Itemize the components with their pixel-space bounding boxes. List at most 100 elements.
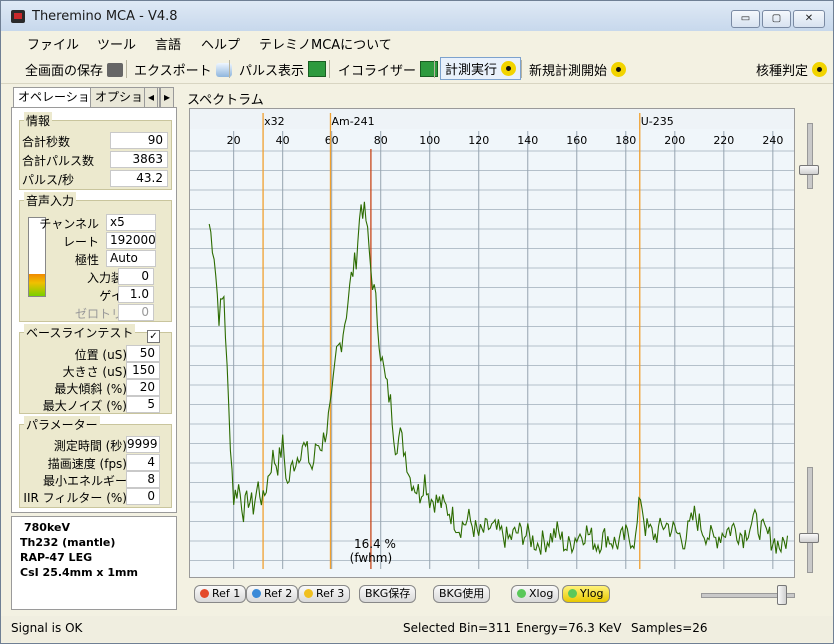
ref1-button[interactable]: Ref 1 xyxy=(194,585,247,603)
notes-box[interactable]: 780keV Th232 (mantle) RAP-47 LEG CsI 25.… xyxy=(11,516,177,610)
channel-label: チャンネル xyxy=(39,217,99,231)
ref3-button[interactable]: Ref 3 xyxy=(298,585,351,603)
x-tick-label: 180 xyxy=(615,134,636,147)
zero-trim-field[interactable]: 0 xyxy=(118,304,154,321)
title-bar[interactable]: Theremino MCA - V4.8 ▭ ▢ ✕ xyxy=(1,1,833,31)
x-tick-label: 40 xyxy=(276,134,290,147)
x-zoom-slider-thumb[interactable] xyxy=(777,585,787,605)
xlog-button[interactable]: Xlog xyxy=(511,585,560,603)
toolbar-separator xyxy=(521,60,522,78)
parameters-group-title: パラメーター xyxy=(24,416,100,433)
equalizer-button[interactable]: イコライザー xyxy=(338,60,439,79)
baseline-test-checkbox[interactable]: ✓ xyxy=(147,330,160,343)
iir-filter-label: IIR フィルター (%) xyxy=(23,491,127,505)
minimize-button[interactable]: ▭ xyxy=(731,10,760,28)
y-offset-slider-thumb[interactable] xyxy=(799,533,819,543)
menu-help[interactable]: ヘルプ xyxy=(201,34,240,53)
tab-scroll-right[interactable]: ▸ xyxy=(160,87,175,108)
bkg-save-button[interactable]: BKG保存 xyxy=(359,585,417,603)
menu-file[interactable]: ファイル xyxy=(27,34,79,53)
ref3-label: Ref 3 xyxy=(316,587,345,600)
menu-about[interactable]: テレミノMCAについて xyxy=(259,34,392,53)
bkg-use-button[interactable]: BKG使用 xyxy=(433,585,491,603)
audio-level-fill xyxy=(29,274,45,296)
nuclide-id-label: 核種判定 xyxy=(756,64,809,79)
measure-run-button[interactable]: 計測実行 xyxy=(440,57,522,80)
total-seconds-value: 90 xyxy=(110,132,168,149)
y-scale-slider-track[interactable] xyxy=(807,123,813,189)
camera-icon xyxy=(107,63,124,77)
fwhm-caption-label: (fwhm) xyxy=(350,551,393,565)
fwhm-value-label: 16.4 % xyxy=(354,537,396,551)
new-measure-button[interactable]: 新規計測開始 xyxy=(529,60,627,79)
rate-label: レート xyxy=(62,235,99,249)
waveform-icon xyxy=(308,61,327,77)
gain-field[interactable]: 1.0 xyxy=(118,286,154,303)
toolbar: 全画面の保存 エクスポート パルス表示 イコライザー 計測実行 新規計測開始 核… xyxy=(1,53,833,84)
position-label: 位置 (uS) xyxy=(74,348,127,362)
ref2-label: Ref 2 xyxy=(264,587,293,600)
measure-time-field[interactable]: 9999 xyxy=(126,436,160,453)
isotope-marker-label: U-235 xyxy=(641,115,674,128)
green-dot-icon xyxy=(568,589,577,598)
input-device-field[interactable]: 0 xyxy=(118,268,154,285)
isotope-marker-label: Am-241 xyxy=(331,115,374,128)
iir-filter-field[interactable]: 0 xyxy=(126,488,160,505)
isotope-marker-label: x32 xyxy=(264,115,285,128)
radiation-icon xyxy=(812,62,828,77)
toolbar-separator xyxy=(126,60,127,78)
spectrum-chart[interactable]: 20 40 60 80 100 120 140 160 180 200 220 240 x32 Am-24… xyxy=(189,108,795,578)
y-scale-slider-thumb[interactable] xyxy=(799,165,819,175)
energy-readout: Energy=76.3 KeV xyxy=(516,621,622,635)
waveform-icon xyxy=(420,61,439,77)
parameters-group: パラメーター 測定時間 (秒) 9999 描画速度 (fps) 4 最小エネルギ… xyxy=(19,416,172,508)
ref2-button[interactable]: Ref 2 xyxy=(246,585,299,603)
toolbar-separator xyxy=(229,60,230,78)
export-button[interactable]: エクスポート xyxy=(134,60,232,79)
maximize-button[interactable]: ▢ xyxy=(762,10,791,28)
info-group: 情報 合計秒数 90 合計パルス数 3863 パルス/秒 43.2 xyxy=(19,112,172,190)
x-tick-label: 20 xyxy=(227,134,241,147)
window-title: Theremino MCA - V4.8 xyxy=(32,9,178,24)
ylog-label: Ylog xyxy=(580,587,604,600)
operation-panel: 情報 合計秒数 90 合計パルス数 3863 パルス/秒 43.2 音声入力 チ… xyxy=(11,107,177,513)
save-screen-label: 全画面の保存 xyxy=(25,64,104,79)
position-field[interactable]: 50 xyxy=(126,345,160,362)
measure-run-label: 計測実行 xyxy=(445,63,498,78)
y-offset-slider-track[interactable] xyxy=(807,467,813,573)
close-button[interactable]: ✕ xyxy=(793,10,825,28)
red-dot-icon xyxy=(200,589,209,598)
max-slope-field[interactable]: 20 xyxy=(126,379,160,396)
min-energy-field[interactable]: 8 xyxy=(126,471,160,488)
menu-tools[interactable]: ツール xyxy=(97,34,136,53)
x-tick-label: 140 xyxy=(517,134,538,147)
audio-input-group-title: 音声入力 xyxy=(24,192,77,209)
signal-status: Signal is OK xyxy=(11,621,83,635)
main-window: Theremino MCA - V4.8 ▭ ▢ ✕ ファイル ツール 言語 ヘ… xyxy=(0,0,834,644)
info-group-title: 情報 xyxy=(24,112,53,129)
note-line: 780keV xyxy=(24,521,70,534)
channel-select[interactable]: x5 xyxy=(106,214,156,231)
draw-speed-label: 描画速度 (fps) xyxy=(47,457,127,471)
total-pulses-value: 3863 xyxy=(110,151,168,168)
ylog-button[interactable]: Ylog xyxy=(562,585,610,603)
pulses-per-sec-value: 43.2 xyxy=(110,170,168,187)
size-field[interactable]: 150 xyxy=(126,362,160,379)
tab-scroll-left[interactable]: ◂ xyxy=(144,87,159,108)
min-energy-label: 最小エネルギー xyxy=(42,474,127,488)
max-noise-field[interactable]: 5 xyxy=(126,396,160,413)
samples-count: Samples=26 xyxy=(631,621,708,635)
save-screen-button[interactable]: 全画面の保存 xyxy=(25,60,124,79)
x-tick-label: 220 xyxy=(713,134,734,147)
draw-speed-field[interactable]: 4 xyxy=(126,454,160,471)
pulse-view-button[interactable]: パルス表示 xyxy=(239,60,327,79)
nuclide-id-button[interactable]: 核種判定 xyxy=(756,60,828,79)
xlog-label: Xlog xyxy=(529,587,554,600)
menu-language[interactable]: 言語 xyxy=(155,34,181,53)
polarity-select[interactable]: Auto xyxy=(106,250,156,267)
rate-select[interactable]: 192000 xyxy=(106,232,156,249)
status-bar: Signal is OK Selected Bin=311 Energy=76.… xyxy=(1,616,833,642)
app-icon xyxy=(11,10,25,23)
tab-strip: オペレーション オプション ◂ ▸ xyxy=(11,87,175,108)
radiation-icon xyxy=(501,61,517,76)
